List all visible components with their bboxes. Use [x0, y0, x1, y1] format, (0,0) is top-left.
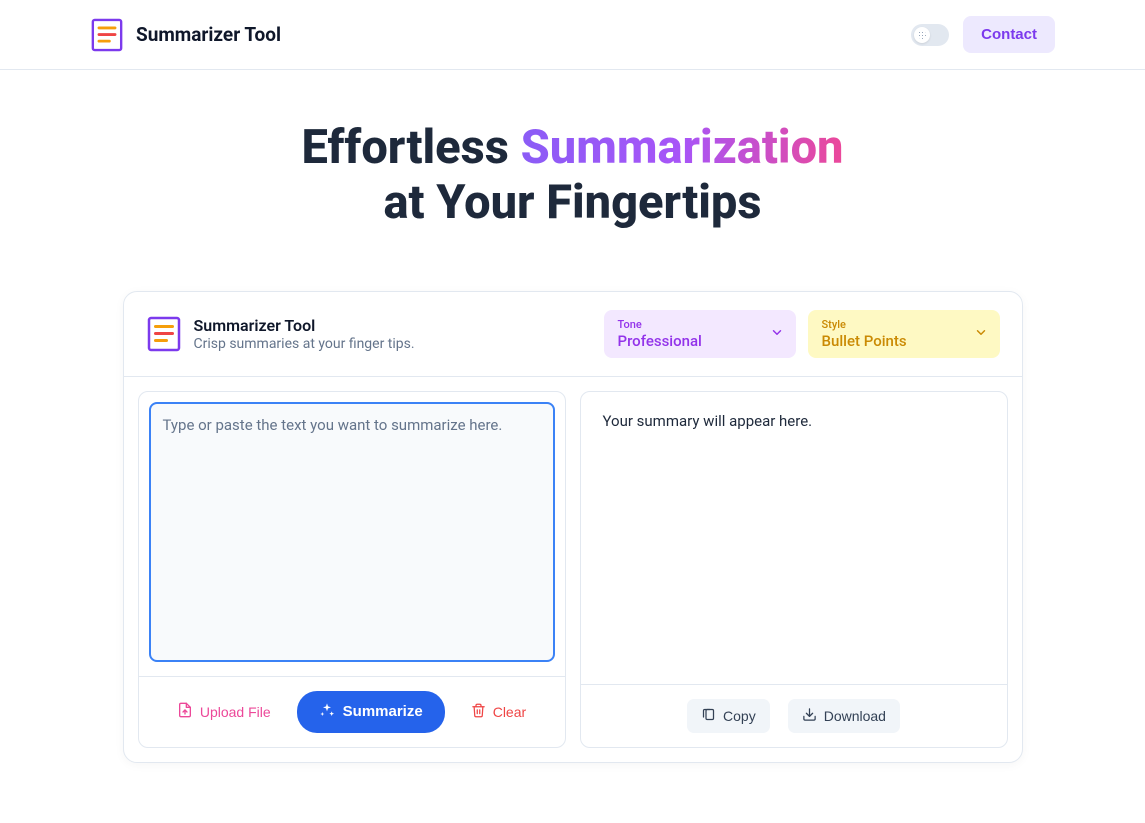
copy-label: Copy [723, 708, 756, 724]
clear-button[interactable]: Clear [463, 697, 534, 727]
style-label: Style [822, 318, 986, 331]
copy-button[interactable]: Copy [687, 699, 770, 733]
hero-title: Effortless Summarization at Your Fingert… [20, 120, 1125, 231]
style-value: Bullet Points [822, 332, 986, 350]
card-title-group: Summarizer Tool Crisp summaries at your … [146, 316, 415, 352]
tone-value: Professional [618, 332, 782, 350]
brand-title: Summarizer Tool [136, 23, 281, 46]
chevron-down-icon [974, 324, 988, 343]
summarize-label: Summarize [343, 703, 423, 720]
output-footer: Copy Download [581, 684, 1007, 747]
card-header: Summarizer Tool Crisp summaries at your … [124, 292, 1022, 377]
hero-pre: Effortless [301, 120, 520, 175]
download-label: Download [824, 708, 886, 724]
header-actions: Contact [911, 16, 1055, 53]
upload-file-button[interactable]: Upload File [169, 696, 279, 727]
output-placeholder: Your summary will appear here. [603, 412, 985, 430]
panels: Upload File Summarize Clear Your [124, 377, 1022, 762]
hero-line2: at Your Fingertips [383, 175, 761, 230]
hero-highlight: Summarization [521, 120, 844, 175]
app-logo-icon [90, 18, 124, 52]
tone-label: Tone [618, 318, 782, 331]
output-panel: Your summary will appear here. Copy Down… [580, 391, 1008, 748]
summarizer-card: Summarizer Tool Crisp summaries at your … [123, 291, 1023, 763]
file-upload-icon [177, 702, 193, 721]
selects: Tone Professional Style Bullet Points [604, 310, 1000, 358]
input-body [139, 392, 565, 676]
card-logo-icon [146, 316, 182, 352]
download-icon [802, 707, 817, 725]
sparkles-icon [319, 702, 335, 722]
theme-toggle[interactable] [911, 24, 949, 46]
tone-select[interactable]: Tone Professional [604, 310, 796, 358]
trash-icon [471, 703, 486, 721]
source-textarea[interactable] [149, 402, 555, 662]
clipboard-icon [701, 707, 716, 725]
upload-label: Upload File [200, 704, 271, 720]
output-body: Your summary will appear here. [581, 392, 1007, 684]
input-panel: Upload File Summarize Clear [138, 391, 566, 748]
input-footer: Upload File Summarize Clear [139, 676, 565, 747]
brand: Summarizer Tool [90, 18, 281, 52]
contact-button[interactable]: Contact [963, 16, 1055, 53]
hero: Effortless Summarization at Your Fingert… [0, 70, 1145, 291]
card-title: Summarizer Tool [194, 316, 415, 335]
app-header: Summarizer Tool Contact [0, 0, 1145, 70]
download-button[interactable]: Download [788, 699, 900, 733]
clear-label: Clear [493, 704, 526, 720]
style-select[interactable]: Style Bullet Points [808, 310, 1000, 358]
toggle-knob [914, 27, 930, 43]
card-subtitle: Crisp summaries at your finger tips. [194, 336, 415, 352]
card-titles: Summarizer Tool Crisp summaries at your … [194, 316, 415, 352]
summarize-button[interactable]: Summarize [297, 691, 445, 733]
chevron-down-icon [770, 324, 784, 343]
